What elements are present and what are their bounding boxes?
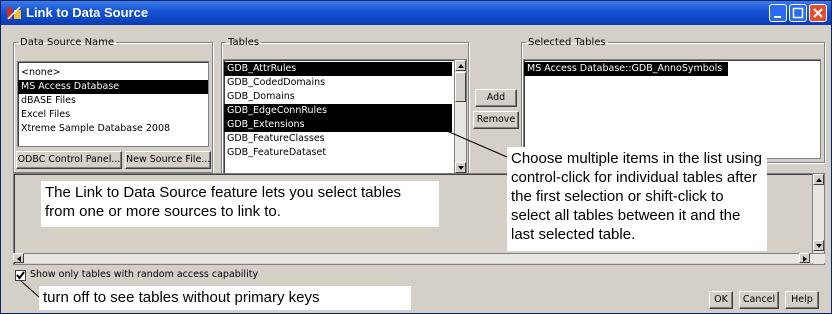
random-access-checkbox[interactable] [15, 270, 26, 281]
help-button[interactable]: Help [785, 291, 819, 309]
preview-vertical-scrollbar[interactable] [812, 174, 824, 264]
scroll-down-arrow[interactable] [813, 240, 824, 251]
cancel-button[interactable]: Cancel [739, 291, 779, 309]
list-item[interactable]: GDB_AttrRules [224, 62, 452, 76]
close-button[interactable] [809, 4, 827, 22]
tables-scrollbar[interactable] [454, 60, 466, 174]
minimize-icon [774, 16, 781, 18]
selected-tables-list[interactable]: MS Access Database::GDB_AnnoSymbols [523, 59, 821, 159]
turn-off-callout: turn off to see tables without primary k… [39, 286, 411, 310]
multiple-items-callout: Choose multiple items in the list using … [507, 147, 767, 251]
list-item[interactable]: GDB_FeatureClasses [224, 132, 452, 146]
list-item[interactable]: Xtreme Sample Database 2008 [18, 122, 208, 136]
link-to-data-source-dialog: Link to Data Source Data Source Name <no… [0, 0, 832, 314]
add-button[interactable]: Add [475, 89, 517, 107]
arrow-down-icon [458, 166, 464, 170]
maximize-button[interactable] [789, 4, 807, 22]
scroll-up-arrow[interactable] [813, 174, 824, 185]
odbc-control-panel-button[interactable]: ODBC Control Panel... [16, 151, 122, 169]
selected-tables-legend: Selected Tables [528, 37, 606, 48]
data-source-list[interactable]: <none> MS Access Database dBASE Files Excel… [17, 61, 209, 147]
checkmark-icon [16, 271, 25, 280]
title-bar[interactable]: Link to Data Source [1, 1, 831, 25]
list-item[interactable]: GDB_FeatureDataset [224, 146, 452, 160]
random-access-checkbox-label: Show only tables with random access capa… [30, 269, 259, 280]
list-item[interactable]: GDB_CodedDomains [224, 76, 452, 90]
scroll-left-arrow[interactable] [13, 253, 24, 263]
maximize-icon [792, 7, 804, 19]
link-feature-callout: The Link to Data Source feature lets you… [41, 181, 439, 227]
ok-button[interactable]: OK [709, 291, 733, 309]
window-title: Link to Data Source [26, 5, 149, 20]
minimize-button[interactable] [769, 4, 787, 22]
arrow-right-icon [803, 256, 807, 262]
tables-legend: Tables [228, 37, 260, 48]
scroll-up-arrow[interactable] [455, 60, 466, 71]
scroll-thumb[interactable] [455, 72, 466, 102]
scroll-right-arrow[interactable] [799, 253, 810, 263]
arrow-left-icon [17, 256, 21, 262]
app-icon [7, 6, 21, 20]
data-source-legend: Data Source Name [20, 37, 115, 48]
list-item[interactable]: MS Access Database::GDB_AnnoSymbols [524, 62, 729, 76]
scroll-down-arrow[interactable] [455, 162, 466, 173]
list-item[interactable]: dBASE Files [18, 94, 208, 108]
preview-horizontal-scrollbar[interactable] [13, 253, 825, 263]
list-item[interactable]: MS Access Database [18, 80, 208, 94]
remove-button[interactable]: Remove [473, 111, 519, 129]
list-item[interactable]: GDB_Extensions [224, 118, 452, 132]
arrow-up-icon [458, 64, 464, 68]
close-icon [813, 8, 823, 18]
tables-list[interactable]: GDB_AttrRules GDB_CodedDomains GDB_Domains… [223, 59, 467, 175]
new-source-file-button[interactable]: New Source File... [125, 151, 211, 169]
list-item[interactable]: GDB_Domains [224, 90, 452, 104]
list-item[interactable]: <none> [18, 66, 208, 80]
arrow-down-icon [816, 244, 822, 248]
arrow-up-icon [816, 178, 822, 182]
list-item[interactable]: Excel Files [18, 108, 208, 122]
list-item[interactable]: GDB_EdgeConnRules [224, 104, 452, 118]
